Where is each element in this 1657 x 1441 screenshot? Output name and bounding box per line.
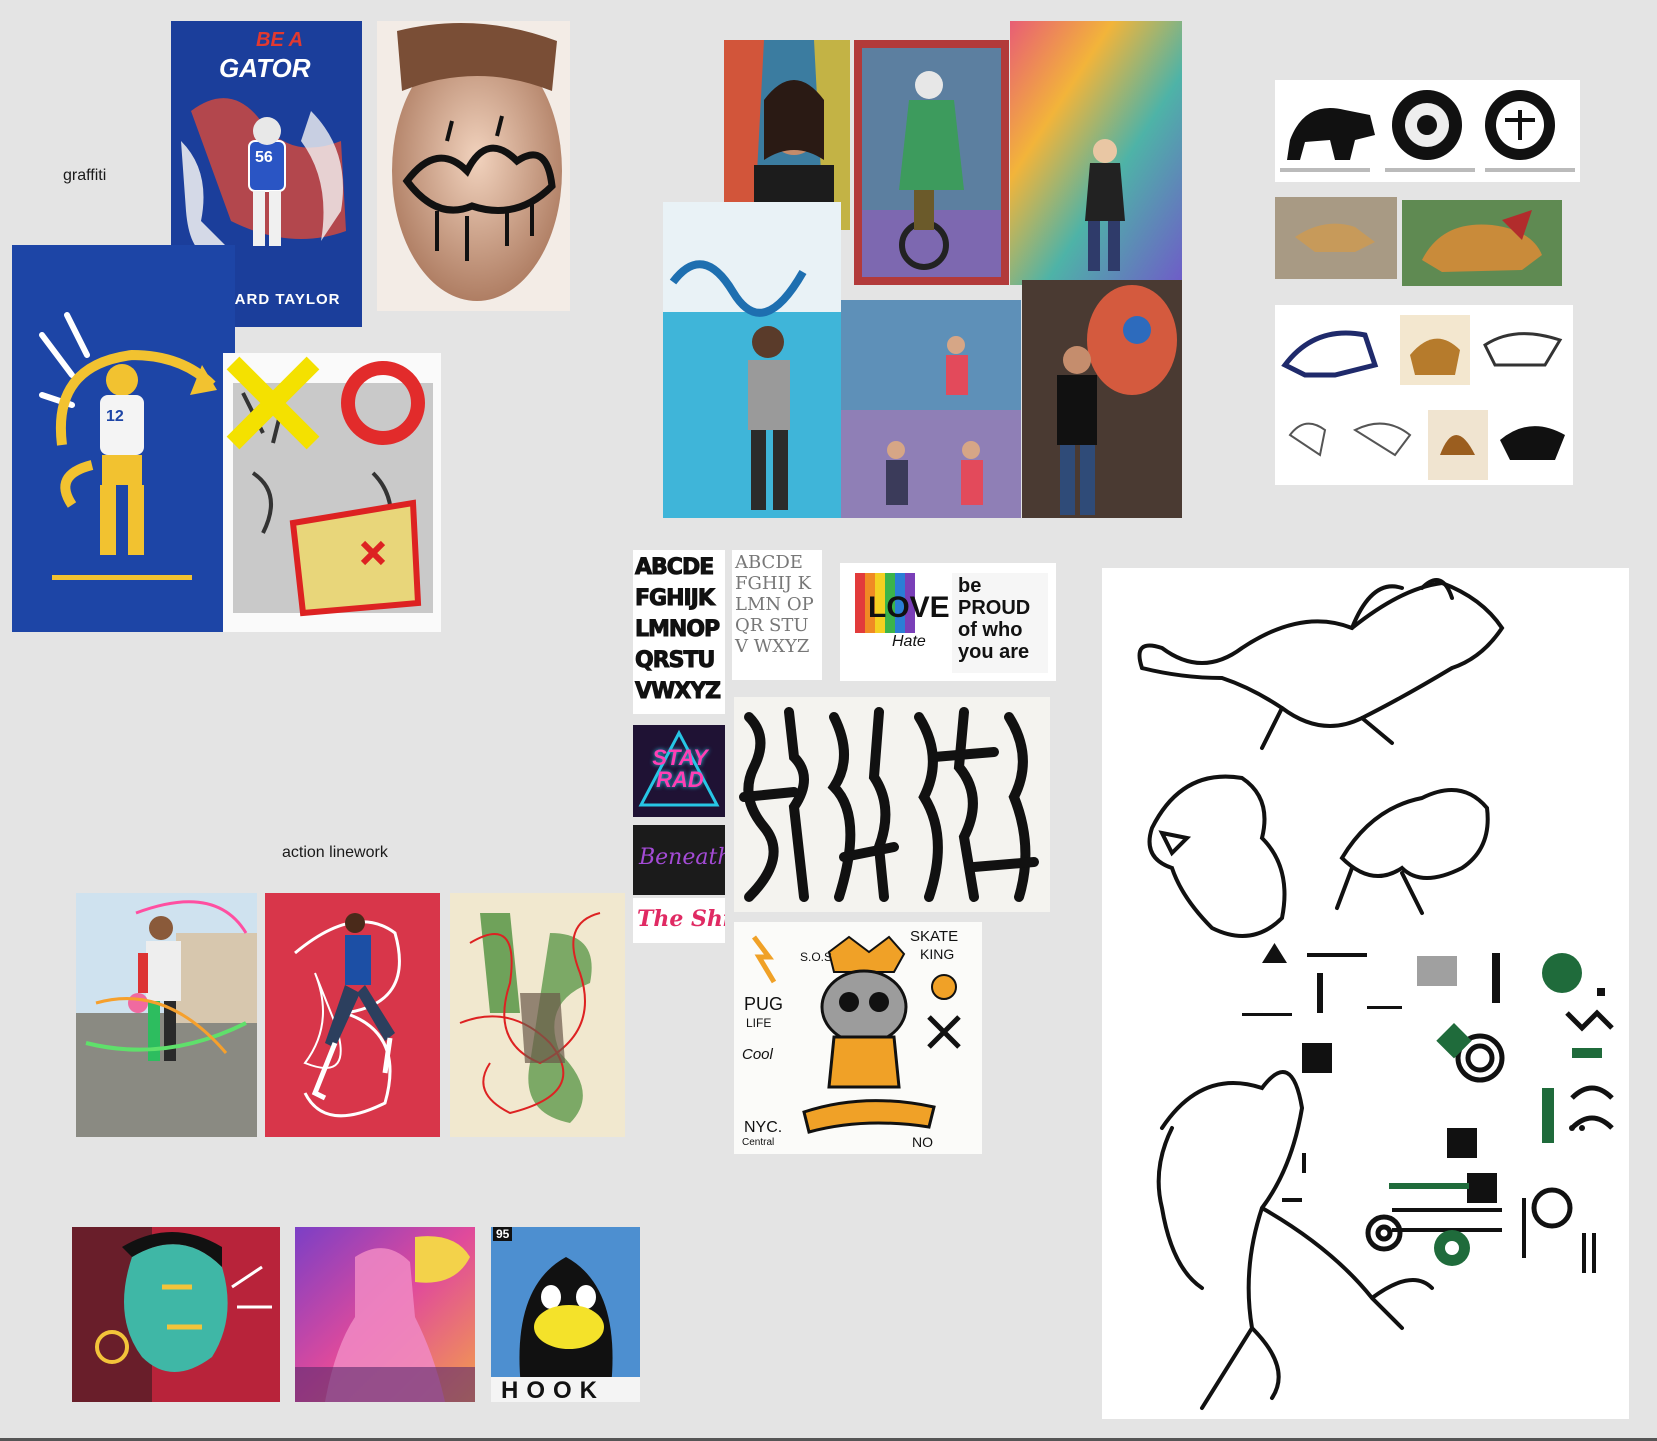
stay-rad-text: STAY RAD — [652, 745, 708, 792]
lion-sketch-and-pattern-sheet[interactable] — [1102, 568, 1629, 1419]
be-proud-text: be PROUD of who you are — [958, 575, 1031, 663]
script-the-shit-text: The Shit — [637, 906, 725, 932]
thin-graffiti-alphabet[interactable]: ABCDE FGHIJ KLMN OPQR STUV WXYZ — [732, 550, 822, 680]
motorcycle-photo[interactable] — [854, 40, 1009, 285]
nyc-text: NYC. — [744, 1119, 783, 1136]
rams-poster-image[interactable]: 12 — [12, 245, 235, 632]
skate-text: SKATE — [910, 928, 959, 945]
xo-collage-image[interactable] — [223, 353, 441, 632]
hook-penguin-poster[interactable]: 95 HOOK — [491, 1227, 640, 1402]
lion-silhouette-search-results[interactable] — [1275, 80, 1580, 182]
pop-art-portrait-2[interactable] — [295, 1227, 475, 1402]
pug-text: PUG — [744, 994, 784, 1014]
alley-photo-grid[interactable] — [841, 300, 1021, 518]
gator-title-top: BE A — [256, 29, 304, 51]
lion-leaping-photo[interactable] — [1275, 197, 1397, 279]
gator-jersey-number: 56 — [255, 149, 273, 166]
bold-graffiti-alphabet[interactable]: ABCDE FGHIJK LMNOP QRSTU VWXYZ — [633, 550, 725, 714]
sos-text: S.O.S — [800, 950, 833, 964]
stay-rad-neon[interactable]: STAY RAD — [633, 725, 725, 817]
mural-portrait-photo[interactable] — [1022, 280, 1182, 518]
section-label-graffiti: graffiti — [63, 167, 107, 184]
the-shit-script-lettering[interactable]: The Shit — [633, 898, 725, 943]
lion-drawing-search-results[interactable] — [1275, 305, 1573, 485]
hook-word: HOOK — [501, 1377, 605, 1402]
hook-number: 95 — [493, 1227, 513, 1241]
skate-king-pug-sticker[interactable]: SKATE KING PUG LIFE Cool NYC. Central S.… — [734, 922, 982, 1154]
graffiti-portrait-photo-2[interactable] — [663, 202, 841, 518]
pop-art-portrait-1[interactable] — [72, 1227, 280, 1402]
script-beneath-text: Beneath — [639, 845, 725, 870]
action-linework-nike-poster[interactable] — [265, 893, 440, 1137]
action-linework-red-green-poster[interactable] — [450, 893, 625, 1137]
action-linework-dribble-photo[interactable] — [76, 893, 257, 1137]
love-hate-proud-lettering[interactable]: LOVE Hate be PROUD of who you are — [840, 563, 1056, 681]
life-text: LIFE — [746, 1016, 772, 1030]
king-text: KING — [920, 946, 955, 962]
rams-jersey-number: 12 — [106, 408, 124, 425]
thin-alphabet-text: ABCDE FGHIJ KLMN OPQR STUV WXYZ — [735, 552, 814, 657]
cool-text: Cool — [742, 1046, 773, 1063]
love-text: LOVE — [868, 591, 950, 624]
hate-text: Hate — [892, 633, 926, 650]
face-graffiti-tag-image[interactable] — [377, 21, 570, 311]
gator-title-main: GATOR — [219, 53, 311, 83]
central-text: Central — [742, 1137, 775, 1148]
no-text: NO — [912, 1134, 933, 1150]
lion-vintage-illustration[interactable] — [1402, 200, 1562, 286]
section-label-action-linework: action linework — [282, 844, 388, 861]
colorful-wall-photo[interactable] — [1010, 21, 1182, 285]
bold-alphabet-text: ABCDE FGHIJK LMNOP QRSTU VWXYZ — [635, 555, 722, 705]
beneath-script-lettering[interactable]: Beneath — [633, 825, 725, 895]
keith-haring-pattern[interactable] — [734, 697, 1050, 912]
